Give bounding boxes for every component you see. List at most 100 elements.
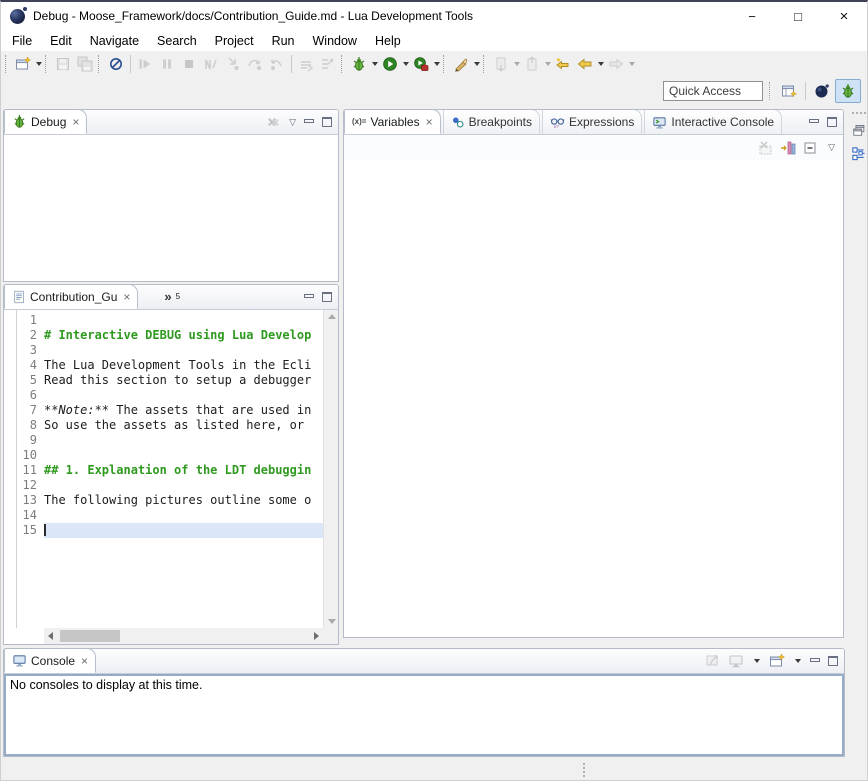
minimize-view-icon[interactable] (304, 293, 314, 302)
next-annotation-button[interactable] (490, 53, 512, 75)
display-selected-console-icon[interactable] (728, 653, 744, 669)
view-menu-icon[interactable]: ▽ (828, 143, 835, 152)
menu-project[interactable]: Project (206, 30, 263, 51)
collapse-all-icon[interactable] (802, 140, 818, 156)
external-tools-button[interactable] (410, 53, 432, 75)
minimize-view-icon[interactable] (810, 657, 820, 666)
debug-launch-dropdown[interactable] (370, 53, 379, 75)
open-console-icon[interactable] (769, 653, 785, 669)
display-console-dropdown[interactable] (752, 650, 761, 672)
close-tab-icon[interactable]: × (81, 655, 88, 667)
tab-variables[interactable]: (x)= Variables × (344, 109, 441, 134)
scroll-right-arrow[interactable] (314, 632, 319, 640)
next-annotation-dropdown[interactable] (512, 53, 521, 75)
terminate-button[interactable] (178, 53, 200, 75)
disconnect-button[interactable] (200, 53, 222, 75)
menu-window[interactable]: Window (304, 30, 366, 51)
restore-view-icon[interactable] (852, 123, 866, 137)
menu-run[interactable]: Run (263, 30, 304, 51)
drop-to-frame-button[interactable] (295, 53, 317, 75)
view-menu-icon[interactable]: ▽ (289, 118, 296, 127)
toolbar-drag-handle[interactable] (341, 55, 344, 73)
debug-perspective-button[interactable] (835, 79, 861, 103)
menu-search[interactable]: Search (148, 30, 206, 51)
show-logical-structure-icon[interactable] (780, 140, 796, 156)
open-console-dropdown[interactable] (793, 650, 802, 672)
run-launch-button[interactable] (379, 53, 401, 75)
minimize-view-icon[interactable] (809, 118, 819, 127)
back-button[interactable] (574, 53, 596, 75)
scroll-down-arrow[interactable] (328, 619, 336, 624)
toolbar-drag-handle[interactable] (5, 55, 8, 73)
forward-dropdown[interactable] (627, 53, 636, 75)
step-return-button[interactable] (266, 53, 288, 75)
tab-debug[interactable]: Debug × (4, 109, 87, 134)
skip-all-breakpoints-button[interactable] (105, 53, 127, 75)
minimize-view-icon[interactable] (304, 118, 314, 127)
toolbar-drag-handle[interactable] (45, 55, 48, 73)
tab-console[interactable]: Console × (4, 648, 96, 673)
step-over-button[interactable] (244, 53, 266, 75)
debug-view-content[interactable] (4, 135, 338, 281)
tab-editor-contribution-guide[interactable]: Contribution_Gu × (4, 284, 138, 309)
resume-button[interactable] (134, 53, 156, 75)
editor-horizontal-scrollbar[interactable] (44, 628, 323, 644)
tab-interactive-console[interactable]: Interactive Console (644, 109, 782, 134)
remove-all-terminated-icon[interactable] (266, 115, 281, 130)
menu-navigate[interactable]: Navigate (81, 30, 148, 51)
annotation-ruler[interactable] (4, 310, 17, 628)
suspend-button[interactable] (156, 53, 178, 75)
open-perspective-button[interactable] (776, 79, 802, 103)
show-type-names-icon[interactable] (758, 140, 774, 156)
quick-access-input[interactable] (663, 81, 763, 101)
maximize-view-icon[interactable] (827, 117, 837, 127)
tab-breakpoints[interactable]: Breakpoints (443, 109, 540, 134)
save-all-button[interactable] (74, 53, 96, 75)
minimize-button[interactable]: − (729, 2, 775, 30)
previous-annotation-button[interactable] (521, 53, 543, 75)
close-tab-icon[interactable]: × (123, 291, 130, 303)
variables-view-content[interactable] (344, 160, 843, 637)
new-wizard-button[interactable] (12, 53, 34, 75)
ldt-perspective-button[interactable] (809, 79, 835, 103)
close-button[interactable]: × (821, 2, 867, 30)
editor-lines[interactable]: 12# Interactive DEBUG using Lua Develop3… (18, 310, 323, 628)
trim-drag-handle[interactable] (852, 112, 866, 114)
new-wizard-dropdown[interactable] (34, 53, 43, 75)
maximize-view-icon[interactable] (322, 292, 332, 302)
save-button[interactable] (52, 53, 74, 75)
back-dropdown[interactable] (596, 53, 605, 75)
run-launch-dropdown[interactable] (401, 53, 410, 75)
close-tab-icon[interactable]: × (426, 116, 433, 128)
debug-launch-button[interactable] (348, 53, 370, 75)
previous-annotation-dropdown[interactable] (543, 53, 552, 75)
tab-expressions[interactable]: x? Expressions (542, 109, 642, 134)
console-content[interactable]: No consoles to display at this time. (4, 674, 844, 756)
toolbar-drag-handle[interactable] (483, 55, 486, 73)
horizontal-scroll-thumb[interactable] (60, 630, 120, 642)
forward-button[interactable] (605, 53, 627, 75)
editor-content[interactable]: 12# Interactive DEBUG using Lua Develop3… (4, 310, 338, 644)
pen-tool-dropdown[interactable] (472, 53, 481, 75)
close-tab-icon[interactable]: × (72, 116, 79, 128)
hidden-editors-chevron[interactable]: »5 (138, 284, 187, 309)
pen-tool-button[interactable] (450, 53, 472, 75)
outline-view-icon[interactable] (851, 146, 866, 161)
step-into-button[interactable] (222, 53, 244, 75)
toolbar-drag-handle[interactable] (443, 55, 446, 73)
toolbar-drag-handle[interactable] (769, 82, 772, 100)
maximize-view-icon[interactable] (828, 656, 838, 666)
menu-help[interactable]: Help (366, 30, 410, 51)
maximize-button[interactable]: □ (775, 2, 821, 30)
last-edit-location-button[interactable] (552, 53, 574, 75)
scroll-left-arrow[interactable] (48, 632, 53, 640)
pin-console-icon[interactable] (704, 653, 720, 669)
menu-file[interactable]: File (3, 30, 41, 51)
status-drag-handle[interactable] (583, 763, 585, 777)
external-tools-dropdown[interactable] (432, 53, 441, 75)
use-step-filters-button[interactable] (317, 53, 339, 75)
editor-vertical-scrollbar[interactable] (323, 310, 338, 628)
maximize-view-icon[interactable] (322, 117, 332, 127)
menu-edit[interactable]: Edit (41, 30, 81, 51)
scroll-up-arrow[interactable] (328, 314, 336, 319)
